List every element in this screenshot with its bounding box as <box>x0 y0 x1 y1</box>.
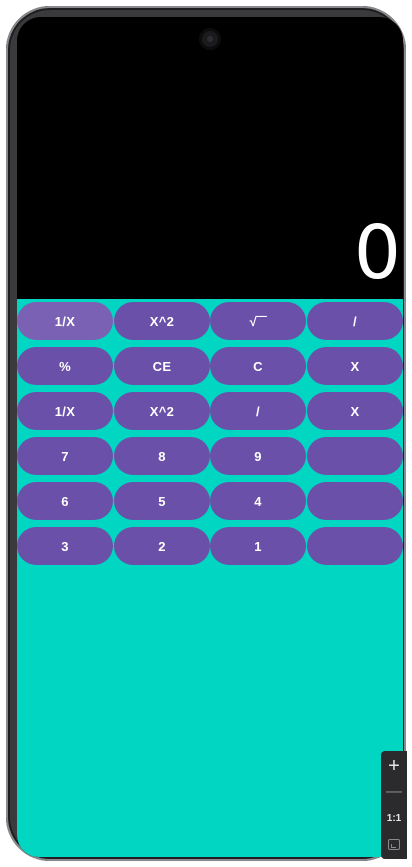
zoom-reset-button[interactable]: 1:1 <box>381 805 407 831</box>
key-7[interactable]: 7 <box>17 437 113 475</box>
key-blank-2[interactable] <box>307 482 403 520</box>
key-square-2[interactable]: X^2 <box>114 392 210 430</box>
front-camera <box>199 28 221 50</box>
key-clear-entry[interactable]: CE <box>114 347 210 385</box>
key-clear[interactable]: C <box>210 347 306 385</box>
key-divide[interactable]: / <box>307 302 403 340</box>
zoom-in-button[interactable]: + <box>381 753 407 779</box>
key-9[interactable]: 9 <box>210 437 306 475</box>
key-divide-2[interactable]: / <box>210 392 306 430</box>
key-4[interactable]: 4 <box>210 482 306 520</box>
zoom-out-button[interactable]: — <box>381 779 407 805</box>
key-reciprocal-2[interactable]: 1/X <box>17 392 113 430</box>
key-multiply[interactable]: X <box>307 347 403 385</box>
emulator-zoom-controls: + — 1:1 <box>381 751 407 859</box>
key-2[interactable]: 2 <box>114 527 210 565</box>
key-reciprocal[interactable]: 1/X <box>17 302 113 340</box>
display-value: 0 <box>353 210 401 296</box>
fit-screen-icon <box>388 838 400 850</box>
key-3[interactable]: 3 <box>17 527 113 565</box>
keypad: 1/X X^2 √‾‾ / % CE C X 1/X X^2 / X 7 8 9… <box>17 299 403 857</box>
key-5[interactable]: 5 <box>114 482 210 520</box>
key-percent[interactable]: % <box>17 347 113 385</box>
key-multiply-2[interactable]: X <box>307 392 403 430</box>
key-6[interactable]: 6 <box>17 482 113 520</box>
key-blank-3[interactable] <box>307 527 403 565</box>
key-8[interactable]: 8 <box>114 437 210 475</box>
key-blank-1[interactable] <box>307 437 403 475</box>
app-screen: 0 1/X X^2 √‾‾ / % CE C X 1/X X^2 / X 7 8… <box>17 17 403 857</box>
key-1[interactable]: 1 <box>210 527 306 565</box>
key-square-root[interactable]: √‾‾ <box>210 302 306 340</box>
zoom-fit-button[interactable] <box>381 831 407 857</box>
calculator-display: 0 <box>17 17 403 299</box>
key-square[interactable]: X^2 <box>114 302 210 340</box>
